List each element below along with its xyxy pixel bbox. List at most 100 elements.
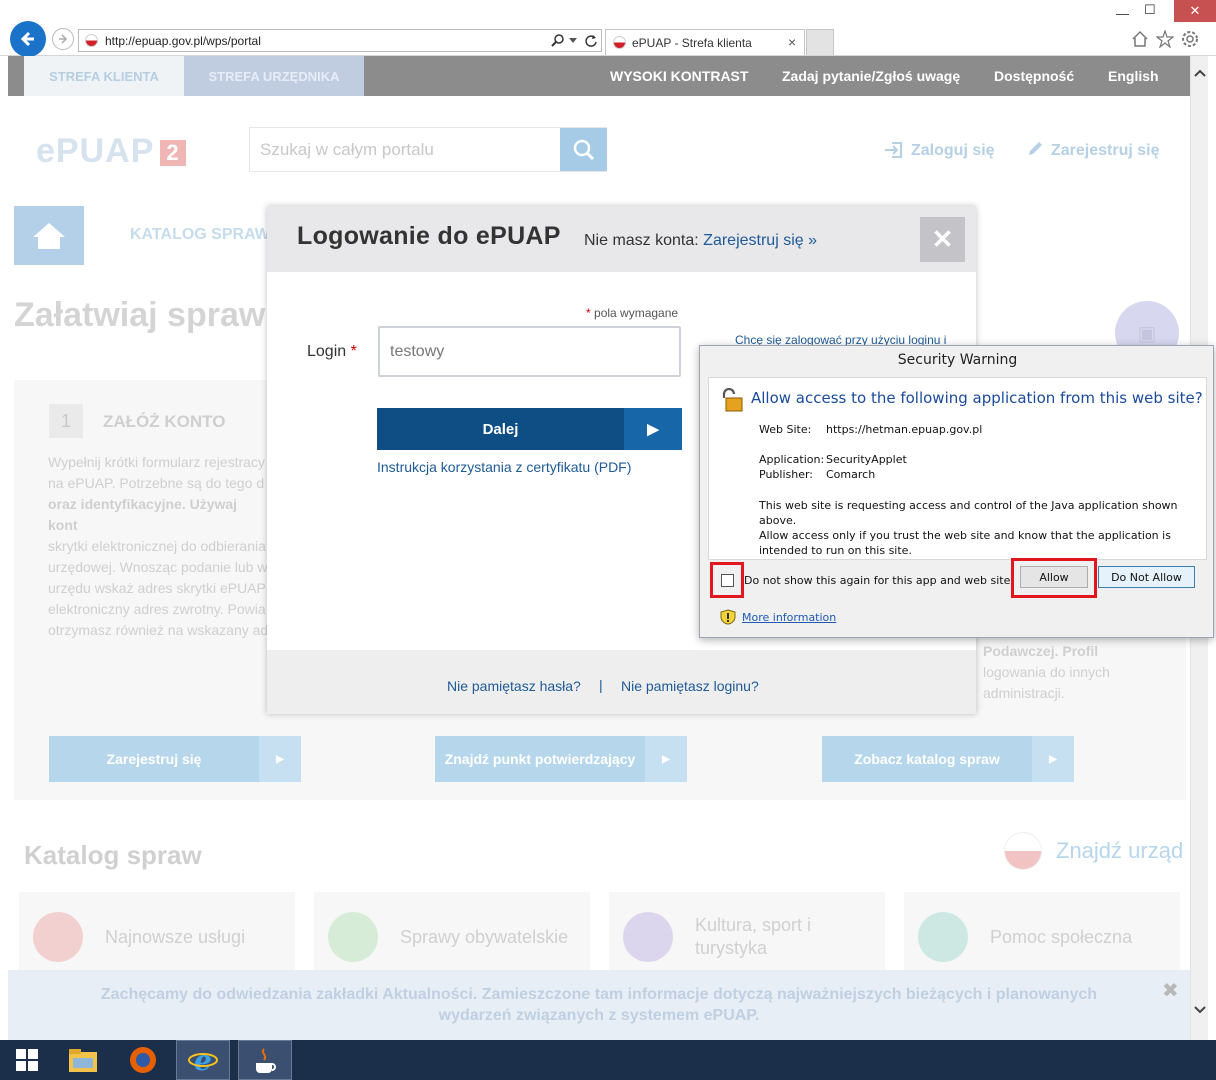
page-title: Załatwiaj spraw <box>14 296 266 334</box>
taskbar-file-explorer[interactable] <box>56 1040 110 1080</box>
forgot-password-link[interactable]: Nie pamiętasz hasła? <box>447 678 581 694</box>
step-description: Wypełnij krótki formularz rejestracy na e… <box>48 454 269 638</box>
certificate-instruction-link[interactable]: Instrukcja korzystania z certyfikatu (PD… <box>377 459 631 475</box>
website-label: Web Site: <box>759 423 812 436</box>
step-3-description: Podawczej. Profil logowania do innych admi… <box>983 643 1110 701</box>
banner-close-icon[interactable]: ✖ <box>1162 978 1179 1003</box>
nav-link-high-contrast[interactable]: WYSOKI KONTRAST <box>610 68 748 84</box>
pencil-icon <box>1026 140 1044 163</box>
search-input[interactable]: Szukaj w całym portalu <box>249 127 607 172</box>
home-button[interactable] <box>14 206 84 265</box>
taskbar-firefox[interactable] <box>116 1040 170 1080</box>
map-poland-icon <box>1004 832 1042 870</box>
modal-register-link[interactable]: Zarejestruj się » <box>703 232 817 249</box>
new-tab-button[interactable] <box>806 29 834 55</box>
maximize-button[interactable]: ☐ <box>1144 2 1156 18</box>
category-social[interactable]: Pomoc społeczna <box>904 892 1180 982</box>
play-arrow-icon: ▶ <box>624 408 682 450</box>
footer-separator: | <box>599 677 603 693</box>
java-icon <box>256 1048 276 1073</box>
home-icon[interactable] <box>1131 30 1149 48</box>
nav-link-english[interactable]: English <box>1108 68 1159 84</box>
category-civil[interactable]: Sprawy obywatelskie <box>314 892 590 982</box>
dialog-title: Security Warning <box>897 352 1018 368</box>
settings-gear-icon[interactable] <box>1181 30 1199 48</box>
login-icon <box>884 140 904 165</box>
publisher-value: Comarch <box>826 468 876 481</box>
search-icon <box>573 139 594 160</box>
modal-title: Logowanie do ePUAP <box>297 222 561 250</box>
taskbar-internet-explorer[interactable]: e <box>176 1040 230 1080</box>
catalog-button[interactable]: Zobacz katalog spraw ▶ <box>822 736 1074 782</box>
allow-button[interactable]: Allow <box>1020 566 1088 588</box>
modal-close-button[interactable]: ✕ <box>920 217 965 262</box>
tab-strefa-klienta[interactable]: STREFA KLIENTA <box>24 56 184 96</box>
browser-tab[interactable]: ePUAP - Strefa klienta × <box>605 29 805 55</box>
do-not-allow-button[interactable]: Do Not Allow <box>1098 566 1195 588</box>
news-banner: Zachęcamy do odwiedzania zakładki Aktual… <box>8 970 1190 1040</box>
site-favicon-icon <box>85 34 98 47</box>
nav-link-ask-question[interactable]: Zadaj pytanie/Zgłoś uwagę <box>782 68 960 84</box>
address-bar[interactable]: http://epuap.gov.pl/wps/portal <box>78 29 602 52</box>
arrow-right-icon: ▶ <box>1032 736 1074 782</box>
step-number: 1 <box>49 404 83 438</box>
application-label: Application: <box>759 453 825 466</box>
tab-strefa-urzednika[interactable]: STREFA URZĘDNIKA <box>184 56 364 96</box>
taskbar-java[interactable] <box>238 1040 292 1080</box>
browser-chrome: http://epuap.gov.pl/wps/portal ePUAP - S… <box>0 0 1216 57</box>
favorites-star-icon[interactable] <box>1156 30 1174 48</box>
security-warning-dialog: Security Warning Allow access to the fol… <box>699 345 1214 638</box>
windows-logo-icon <box>16 1049 38 1071</box>
register-button[interactable]: Zarejestruj się ▶ <box>49 736 301 782</box>
tab-title: ePUAP - Strefa klienta <box>632 35 752 50</box>
start-button[interactable] <box>0 1040 54 1080</box>
warning-message: This web site is requesting access and c… <box>759 499 1178 557</box>
modal-register-prompt: Nie masz konta: Zarejestruj się » <box>584 232 817 249</box>
search-icon[interactable] <box>551 34 565 48</box>
login-input[interactable]: testowy <box>378 326 681 377</box>
catalog-heading: Katalog spraw <box>24 840 202 870</box>
application-value: SecurityApplet <box>826 453 907 466</box>
find-office-link[interactable]: Znajdź urząd <box>1004 832 1183 870</box>
search-button[interactable] <box>560 128 607 171</box>
category-newest[interactable]: Najnowsze usługi <box>19 892 295 982</box>
unlocked-padlock-icon <box>722 388 743 412</box>
dialog-question: Allow access to the following applicatio… <box>751 389 1203 407</box>
family-icon <box>328 912 378 962</box>
tab-close-icon[interactable]: × <box>788 34 796 50</box>
required-note: * pola wymagane <box>586 306 679 320</box>
next-button[interactable]: Dalej ▶ <box>377 408 682 450</box>
header-register-link[interactable]: Zarejestruj się <box>1051 142 1160 160</box>
do-not-show-checkbox[interactable] <box>721 574 734 587</box>
address-url: http://epuap.gov.pl/wps/portal <box>105 33 261 48</box>
poland-map-icon <box>33 912 83 962</box>
home-icon <box>33 222 65 249</box>
back-button[interactable] <box>10 21 46 57</box>
logo-text: ePUAP <box>36 132 155 170</box>
scroll-up-icon <box>1194 69 1206 77</box>
header-login-link[interactable]: Zaloguj się <box>911 142 995 160</box>
arrow-right-icon: ▶ <box>259 736 301 782</box>
forward-button[interactable] <box>52 28 74 50</box>
refresh-icon[interactable] <box>584 34 598 48</box>
chevron-down-icon[interactable] <box>569 38 577 44</box>
epuap-logo[interactable]: ePUAP 2 <box>36 132 186 171</box>
folder-icon <box>69 1049 97 1072</box>
category-culture[interactable]: Kultura, sport i turystyka <box>609 892 885 982</box>
forgot-login-link[interactable]: Nie pamiętasz loginu? <box>621 678 759 694</box>
arrow-right-icon: ▶ <box>645 736 687 782</box>
find-point-button[interactable]: Znajdź punkt potwierdzający ▶ <box>435 736 687 782</box>
more-information-link[interactable]: More information <box>742 611 836 624</box>
arrow-left-icon <box>20 31 34 47</box>
tab-katalog-spraw[interactable]: KATALOG SPRAW <box>130 226 270 244</box>
minimize-button[interactable]: — <box>1116 6 1129 21</box>
publisher-label: Publisher: <box>759 468 814 481</box>
do-not-show-label: Do not show this again for this app and … <box>744 574 1014 587</box>
nav-link-accessibility[interactable]: Dostępność <box>994 68 1074 84</box>
close-window-button[interactable]: ✕ <box>1174 0 1216 22</box>
logo-number: 2 <box>160 140 186 167</box>
svg-text:e: e <box>194 1045 212 1075</box>
internet-explorer-icon: e <box>188 1045 218 1075</box>
tab-favicon-icon <box>613 36 626 49</box>
firefox-icon <box>130 1047 156 1073</box>
